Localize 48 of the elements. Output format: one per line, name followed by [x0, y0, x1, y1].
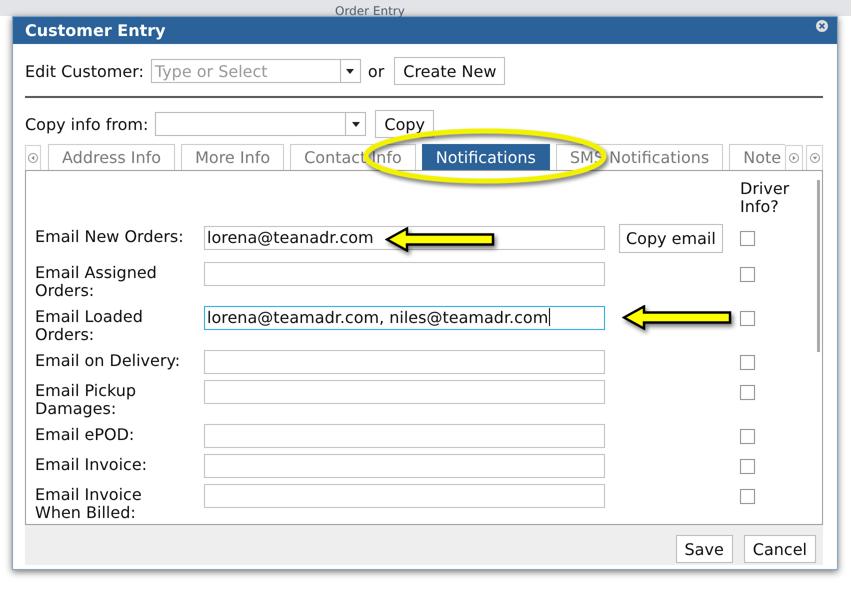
tab-scroll-left-button[interactable]: [25, 145, 41, 170]
scrollbar-thumb[interactable]: [817, 180, 820, 352]
copy-email-button[interactable]: Copy email: [619, 224, 723, 253]
caret-icon: [352, 122, 360, 126]
email-field[interactable]: [204, 350, 605, 374]
checkbox[interactable]: [740, 355, 755, 370]
email-field[interactable]: [204, 454, 605, 478]
close-icon[interactable]: [816, 20, 828, 32]
create-new-button[interactable]: Create New: [394, 57, 506, 85]
checkbox[interactable]: [740, 311, 755, 326]
field-label: Email Pickup Damages:: [35, 382, 138, 418]
tab[interactable]: Note: [729, 144, 785, 170]
email-field[interactable]: [204, 484, 605, 508]
email-field[interactable]: lorena@teanadr.com: [204, 226, 605, 250]
text-cursor: [549, 308, 550, 326]
dialog-button[interactable]: Save: [676, 535, 733, 563]
field-label: Email on Delivery:: [35, 352, 182, 370]
field-label: Edit Customer:: [25, 62, 144, 80]
field-label: Email Invoice When Billed:: [35, 486, 143, 522]
checkbox[interactable]: [740, 489, 755, 504]
tab-scroll-right-button[interactable]: [785, 145, 803, 170]
checkbox[interactable]: [740, 385, 755, 400]
checkbox[interactable]: [740, 429, 755, 444]
field-label: Email Loaded Orders:: [35, 308, 144, 344]
dialog-title: Customer Entry: [25, 21, 167, 40]
checkbox[interactable]: [740, 231, 755, 246]
field-label: Email ePOD:: [35, 426, 136, 444]
field-label: Email New Orders:: [35, 228, 185, 246]
dialog-button[interactable]: Cancel: [744, 535, 816, 563]
email-field[interactable]: [204, 380, 605, 404]
copy-from-combo-field[interactable]: [155, 112, 366, 136]
or-text: or: [368, 62, 384, 80]
field-label: Email Invoice:: [35, 456, 148, 474]
tab-menu-button[interactable]: [806, 145, 823, 170]
column-header: Driver Info?: [740, 180, 790, 216]
tab[interactable]: Address Info: [48, 144, 176, 170]
email-field[interactable]: [204, 262, 605, 286]
tab[interactable]: More Info: [181, 144, 284, 170]
copy-button[interactable]: Copy: [375, 110, 434, 138]
email-field[interactable]: [204, 424, 605, 448]
caret-icon: [346, 68, 354, 74]
tab[interactable]: Notifications: [422, 144, 550, 170]
app-title: Order Entry: [335, 5, 405, 18]
field-label: Email Assigned Orders:: [35, 264, 158, 300]
field-label: Copy info from:: [25, 114, 148, 134]
checkbox[interactable]: [740, 267, 755, 282]
checkbox[interactable]: [740, 459, 755, 474]
email-field[interactable]: lorena@teamadr.com, niles@teamadr.com: [204, 306, 605, 330]
